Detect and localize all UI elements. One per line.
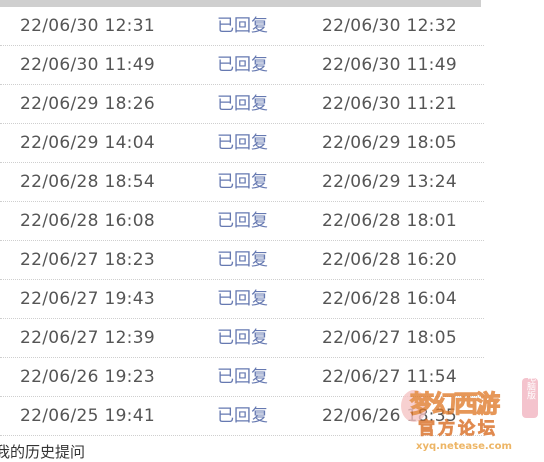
reply-status-link[interactable]: 已回复 (217, 124, 268, 162)
replied-time: 22/06/28 16:20 (322, 250, 457, 270)
table-row: 22/06/30 12:31 已回复 22/06/30 12:32 (0, 7, 484, 46)
reply-status-link[interactable]: 已回复 (217, 241, 268, 279)
replied-time: 22/06/28 16:04 (322, 289, 457, 309)
submitted-time: 22/06/25 19:41 (20, 406, 155, 426)
reply-status-link[interactable]: 已回复 (217, 163, 268, 201)
replied-time: 22/06/30 11:21 (322, 94, 457, 114)
submitted-time: 22/06/26 19:23 (20, 367, 155, 387)
table-row: 22/06/28 18:54 已回复 22/06/29 13:24 (0, 163, 484, 202)
submitted-time: 22/06/30 11:49 (20, 55, 155, 75)
table-row: 22/06/27 18:23 已回复 22/06/28 16:20 (0, 241, 484, 280)
reply-status-link[interactable]: 已回复 (217, 319, 268, 357)
reply-status-link[interactable]: 已回复 (217, 358, 268, 396)
reply-status-link[interactable]: 已回复 (217, 397, 268, 435)
table-top-border (0, 0, 481, 7)
logo-subtitle: 官方论坛 (418, 418, 498, 439)
submitted-time: 22/06/27 12:39 (20, 328, 155, 348)
table-row: 22/06/29 18:26 已回复 22/06/30 11:21 (0, 85, 484, 124)
reply-status-link[interactable]: 已回复 (217, 280, 268, 318)
submitted-time: 22/06/27 19:43 (20, 289, 155, 309)
submitted-time: 22/06/29 14:04 (20, 133, 155, 153)
game-forum-logo: 梦幻西游 电脑版 官方论坛 xyq.netease.com (401, 371, 538, 452)
reply-status-link[interactable]: 已回复 (217, 202, 268, 240)
logo-title: 梦幻西游 (410, 389, 500, 418)
replied-time: 22/06/29 18:05 (322, 133, 457, 153)
submitted-time: 22/06/29 18:26 (20, 94, 155, 114)
edition-label: 电脑版 (525, 371, 536, 400)
logo-url: xyq.netease.com (416, 441, 512, 452)
reply-status-link[interactable]: 已回复 (217, 85, 268, 123)
submitted-time: 22/06/27 18:23 (20, 250, 155, 270)
reply-status-link[interactable]: 已回复 (217, 7, 268, 45)
replied-time: 22/06/28 18:01 (322, 211, 457, 231)
submitted-time: 22/06/30 12:31 (20, 16, 155, 36)
table-row: 22/06/27 19:43 已回复 22/06/28 16:04 (0, 280, 484, 319)
replied-time: 22/06/27 18:05 (322, 328, 457, 348)
table-row: 22/06/30 11:49 已回复 22/06/30 11:49 (0, 46, 484, 85)
submitted-time: 22/06/28 16:08 (20, 211, 155, 231)
reply-status-link[interactable]: 已回复 (217, 46, 268, 84)
table-row: 22/06/29 14:04 已回复 22/06/29 18:05 (0, 124, 484, 163)
replied-time: 22/06/30 11:49 (322, 55, 457, 75)
table-row: 22/06/27 12:39 已回复 22/06/27 18:05 (0, 319, 484, 358)
submitted-time: 22/06/28 18:54 (20, 172, 155, 192)
replied-time: 22/06/30 12:32 (322, 16, 457, 36)
history-questions-link[interactable]: 我的历史提问 (0, 441, 85, 462)
replied-time: 22/06/29 13:24 (322, 172, 457, 192)
table-row: 22/06/28 16:08 已回复 22/06/28 18:01 (0, 202, 484, 241)
